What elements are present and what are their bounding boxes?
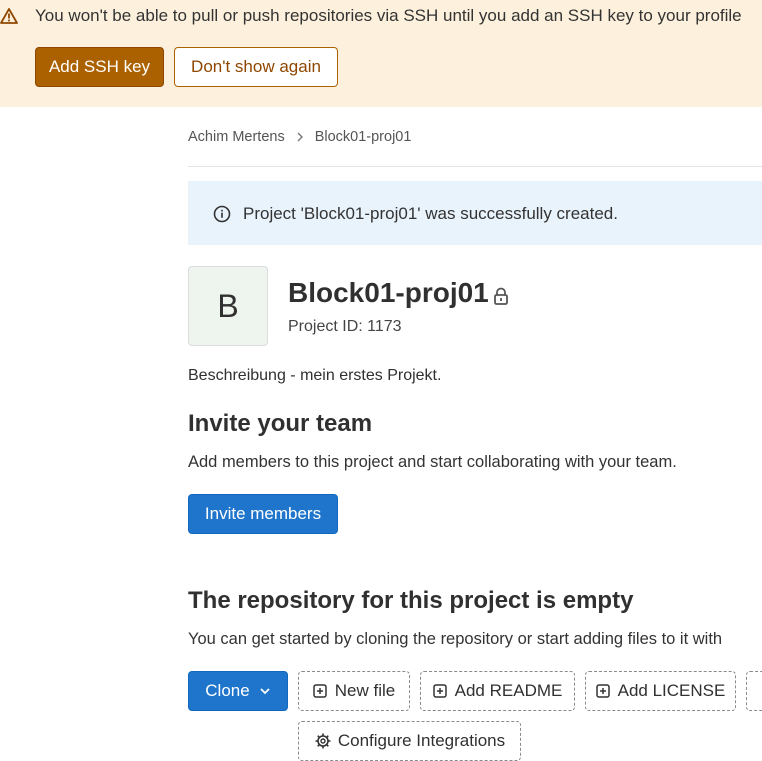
breadcrumb-item-project[interactable]: Block01-proj01: [315, 129, 412, 145]
chevron-down-icon: [260, 688, 270, 695]
ssh-key-banner: You won't be able to pull or push reposi…: [0, 0, 762, 107]
project-description: Beschreibung - mein erstes Projekt.: [188, 367, 442, 384]
breadcrumb-divider: [188, 166, 762, 167]
new-file-button[interactable]: New file: [298, 671, 410, 711]
add-ssh-key-button[interactable]: Add SSH key: [35, 47, 164, 87]
plus-square-icon: [313, 684, 327, 698]
invite-team-text: Add members to this project and start co…: [188, 453, 677, 471]
invite-team-heading: Invite your team: [188, 410, 373, 437]
lock-icon: [494, 287, 508, 305]
add-license-label: Add LICENSE: [617, 681, 726, 700]
add-readme-button[interactable]: Add README: [420, 671, 575, 711]
new-file-label: New file: [334, 681, 396, 700]
clone-button[interactable]: Clone: [188, 671, 288, 711]
project-id: Project ID: 1173: [288, 318, 402, 335]
breadcrumb: Achim Mertens Block01-proj01: [188, 127, 411, 147]
project-created-alert: Project 'Block01-proj01' was successfull…: [188, 181, 762, 245]
project-title: Block01-proj01: [288, 277, 489, 308]
configure-integrations-button[interactable]: Configure Integrations: [298, 721, 521, 761]
add-readme-label: Add README: [454, 681, 563, 700]
add-license-button[interactable]: Add LICENSE: [585, 671, 736, 711]
warning-icon: [0, 8, 18, 24]
add-more-button[interactable]: [746, 671, 762, 711]
chevron-right-icon: [295, 127, 305, 147]
gear-icon: [315, 733, 331, 749]
info-icon: [213, 205, 231, 223]
empty-repo-heading: The repository for this project is empty: [188, 587, 634, 614]
alert-message: Project 'Block01-proj01' was successfull…: [243, 204, 618, 223]
plus-square-icon: [432, 684, 447, 698]
empty-repo-text: You can get started by cloning the repos…: [188, 630, 723, 648]
ssh-banner-message: You won't be able to pull or push reposi…: [35, 6, 742, 25]
invite-members-button[interactable]: Invite members: [188, 494, 338, 534]
dont-show-again-button[interactable]: Don't show again: [174, 47, 338, 87]
configure-integrations-label: Configure Integrations: [337, 731, 506, 750]
breadcrumb-item-namespace[interactable]: Achim Mertens: [188, 129, 285, 145]
project-avatar: B: [188, 266, 268, 346]
clone-button-label: Clone: [205, 681, 250, 700]
plus-square-icon: [595, 684, 610, 698]
